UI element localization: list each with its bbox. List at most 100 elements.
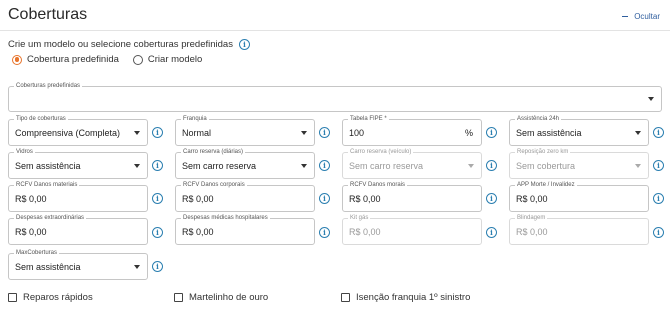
field-label: Kit gás bbox=[348, 214, 371, 222]
field-label: Tipo de coberturas bbox=[14, 115, 68, 123]
radio-label: Criar modelo bbox=[147, 54, 203, 65]
radio-label: Cobertura predefinida bbox=[27, 54, 119, 65]
field-value: Sem assistência bbox=[15, 160, 81, 171]
franquia-select[interactable]: Franquia Normal bbox=[175, 115, 315, 146]
field-value: R$ 0,00 bbox=[349, 226, 381, 237]
field-label: Carro reserva (veículo) bbox=[348, 148, 414, 156]
assistencia-24h-select[interactable]: Assistência 24h Sem assistência bbox=[509, 115, 649, 146]
field-label: Despesas médicas hospitalares bbox=[181, 214, 270, 222]
field-label: Reposição zero km bbox=[515, 148, 571, 156]
field-label: Blindagem bbox=[515, 214, 548, 222]
page-title: Coberturas bbox=[8, 6, 88, 23]
chevron-down-icon bbox=[134, 264, 140, 269]
info-icon[interactable]: i bbox=[653, 227, 664, 238]
info-icon[interactable]: i bbox=[653, 160, 664, 171]
info-icon[interactable]: i bbox=[486, 227, 497, 238]
chevron-down-icon bbox=[301, 163, 307, 168]
tabela-fipe-input[interactable]: Tabela FIPE * 100 % bbox=[342, 115, 482, 146]
chevron-down-icon bbox=[635, 130, 641, 135]
field-value: Normal bbox=[182, 127, 212, 138]
info-icon[interactable]: i bbox=[319, 193, 330, 204]
field-value: Sem assistência bbox=[516, 127, 582, 138]
chevron-down-icon bbox=[134, 163, 140, 168]
field-label: Carro reserva (diárias) bbox=[181, 148, 246, 156]
checkbox-icon bbox=[341, 293, 350, 302]
field-label: MaxCoberturas bbox=[14, 249, 60, 257]
field-label: RCFV Danos materiais bbox=[14, 181, 80, 189]
field-label: Despesas extraordinárias bbox=[14, 214, 87, 222]
field-value: Sem assistência bbox=[15, 261, 81, 272]
hide-label: Ocultar bbox=[634, 12, 660, 21]
tipo-coberturas-select[interactable]: Tipo de coberturas Compreensiva (Complet… bbox=[8, 115, 148, 146]
section-header: Coberturas Ocultar bbox=[8, 6, 660, 28]
reposicao-zero-km-select: Reposição zero km Sem cobertura bbox=[509, 148, 649, 179]
info-icon[interactable]: i bbox=[486, 127, 497, 138]
vidros-select[interactable]: Vidros Sem assistência bbox=[8, 148, 148, 179]
field-label: RCFV Danos corporais bbox=[181, 181, 247, 189]
info-icon[interactable]: i bbox=[152, 127, 163, 138]
info-icon[interactable]: i bbox=[152, 160, 163, 171]
chevron-down-icon bbox=[648, 97, 654, 101]
max-coberturas-select[interactable]: MaxCoberturas Sem assistência bbox=[8, 249, 148, 280]
checkbox-martelinho-de-ouro[interactable]: Martelinho de ouro bbox=[174, 292, 268, 303]
chevron-down-icon bbox=[134, 130, 140, 135]
rcfv-danos-corporais-input[interactable]: RCFV Danos corporais R$ 0,00 bbox=[175, 181, 315, 212]
field-label: Franquia bbox=[181, 115, 209, 123]
field-value: R$ 0,00 bbox=[349, 193, 381, 204]
field-label: Assistência 24h bbox=[515, 115, 562, 123]
rcfv-danos-materiais-input[interactable]: RCFV Danos materiais R$ 0,00 bbox=[8, 181, 148, 212]
info-icon[interactable]: i bbox=[319, 127, 330, 138]
field-value: 100 bbox=[349, 127, 365, 138]
radio-unchecked-icon bbox=[132, 54, 143, 65]
info-icon[interactable]: i bbox=[238, 39, 250, 50]
carro-reserva-veiculo-select: Carro reserva (veículo) Sem carro reserv… bbox=[342, 148, 482, 179]
divider bbox=[0, 30, 670, 31]
info-icon[interactable]: i bbox=[152, 193, 163, 204]
field-value: R$ 0,00 bbox=[15, 193, 47, 204]
field-value: Sem cobertura bbox=[516, 160, 576, 171]
field-value: R$ 0,00 bbox=[516, 226, 548, 237]
predefined-coverages-select[interactable]: Coberturas predefinidas bbox=[8, 82, 662, 112]
percent-suffix: % bbox=[464, 127, 473, 138]
checkbox-label: Martelinho de ouro bbox=[189, 292, 269, 303]
prompt-text: Crie um modelo ou selecione coberturas p… bbox=[8, 39, 233, 50]
blindagem-input: Blindagem R$ 0,00 bbox=[509, 214, 649, 245]
field-value: R$ 0,00 bbox=[182, 193, 214, 204]
info-icon[interactable]: i bbox=[653, 193, 664, 204]
carro-reserva-diarias-select[interactable]: Carro reserva (diárias) Sem carro reserv… bbox=[175, 148, 315, 179]
mode-radio-group: Cobertura predefinida Criar modelo bbox=[12, 54, 216, 65]
info-icon[interactable]: i bbox=[319, 227, 330, 238]
info-icon[interactable]: i bbox=[486, 193, 497, 204]
info-icon[interactable]: i bbox=[653, 127, 664, 138]
radio-checked-icon bbox=[12, 54, 22, 65]
hide-button[interactable]: Ocultar bbox=[622, 12, 660, 21]
checkbox-label: Isenção franquia 1º sinistro bbox=[356, 292, 471, 303]
kit-gas-input: Kit gás R$ 0,00 bbox=[342, 214, 482, 245]
radio-criar-modelo[interactable]: Criar modelo bbox=[132, 54, 203, 65]
app-morte-invalidez-input[interactable]: APP Morte / Invalidez R$ 0,00 bbox=[509, 181, 649, 212]
field-value: Sem carro reserva bbox=[182, 160, 257, 171]
field-value: R$ 0,00 bbox=[516, 193, 548, 204]
prompt: Crie um modelo ou selecione coberturas p… bbox=[8, 39, 250, 50]
field-label: Vidros bbox=[14, 148, 35, 156]
field-label: Tabela FIPE * bbox=[348, 115, 389, 123]
checkbox-icon bbox=[8, 293, 17, 302]
field-value: Compreensiva (Completa) bbox=[15, 127, 121, 138]
info-icon[interactable]: i bbox=[152, 227, 163, 238]
field-value: R$ 0,00 bbox=[182, 226, 214, 237]
checkbox-isencao-franquia[interactable]: Isenção franquia 1º sinistro bbox=[341, 292, 470, 303]
checkbox-icon bbox=[174, 293, 183, 302]
field-label: Coberturas predefinidas bbox=[14, 82, 83, 90]
info-icon[interactable]: i bbox=[152, 261, 163, 272]
radio-cobertura-predefinida[interactable]: Cobertura predefinida bbox=[12, 54, 119, 65]
chevron-down-icon bbox=[468, 163, 474, 168]
field-label: RCFV Danos morais bbox=[348, 181, 408, 189]
checkbox-reparos-rapidos[interactable]: Reparos rápidos bbox=[8, 292, 93, 303]
rcfv-danos-morais-input[interactable]: RCFV Danos morais R$ 0,00 bbox=[342, 181, 482, 212]
chevron-down-icon bbox=[301, 130, 307, 135]
info-icon[interactable]: i bbox=[486, 160, 497, 171]
despesas-medicas-input[interactable]: Despesas médicas hospitalares R$ 0,00 bbox=[175, 214, 315, 245]
info-icon[interactable]: i bbox=[319, 160, 330, 171]
chevron-down-icon bbox=[635, 163, 641, 168]
despesas-extraordinarias-input[interactable]: Despesas extraordinárias R$ 0,00 bbox=[8, 214, 148, 245]
